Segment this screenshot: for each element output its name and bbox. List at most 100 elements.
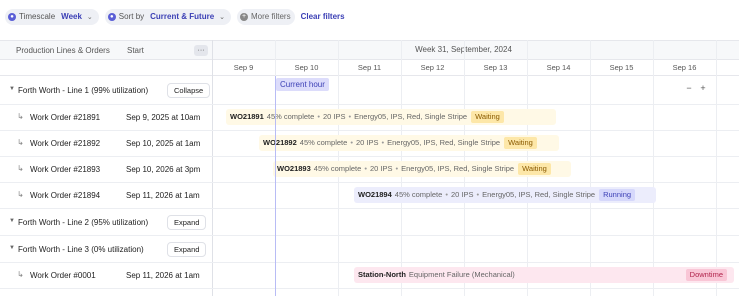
group-row-line-2: ▼ Forth Worth - Line 2 (95% utilization)…: [0, 209, 739, 236]
order-start: Sep 10, 2026 at 3pm: [126, 165, 201, 174]
order-name: Work Order #21893: [30, 165, 101, 174]
group-row-left: ▼ Forth Worth - Line 1 (99% utilization)…: [0, 76, 212, 104]
timescale-select[interactable]: ● Timescale Week ⌄: [5, 8, 99, 25]
zoom-controls: − +: [683, 83, 709, 96]
status-badge: Waiting: [518, 163, 551, 175]
order-bar[interactable]: WO21894 45% complete • 20 IPS • Energy05, IPS…: [354, 187, 656, 203]
child-arrow-icon: ↳: [17, 190, 24, 199]
group-row-left: ▼ Forth Worth - Line 2 (95% utilization)…: [0, 209, 212, 235]
row-left: ↳ Work Order #21892 Sep 10, 2025 at 1am: [0, 131, 212, 156]
order-spec: Energy05, IPS, Red, Single Stripe: [482, 190, 596, 199]
toolbar: ● Timescale Week ⌄ ● Sort by Current & F…: [0, 0, 739, 33]
row-left: ↳ Work Order #21891 Sep 9, 2025 at 10am: [0, 105, 212, 130]
downtime-detail: Equipment Failure (Mechanical): [408, 270, 515, 279]
order-code: WO21892: [263, 138, 297, 147]
order-bar[interactable]: WO21892 45% complete • 20 IPS • Energy05, IPS…: [259, 135, 559, 151]
day-label: Sep 15: [609, 63, 634, 72]
current-hour-label: Current hour: [276, 78, 329, 91]
separator: •: [381, 138, 385, 147]
table-header: Production Lines & Orders Start ···: [0, 40, 212, 60]
table-header-spacer: [0, 60, 212, 76]
order-bar[interactable]: WO21893 45% complete • 20 IPS • Energy05, IPS…: [273, 161, 571, 177]
group-title: Forth Worth - Line 3 (0% utilization): [18, 245, 144, 254]
order-ips: 20 IPS: [322, 112, 346, 121]
order-ips: 20 IPS: [369, 164, 393, 173]
day-label: Sep 14: [546, 63, 571, 72]
order-name: Work Order #21894: [30, 191, 101, 200]
zoom-out-button[interactable]: −: [683, 83, 695, 93]
sort-value: Current & Future: [150, 12, 215, 21]
current-time-line: [275, 76, 276, 296]
zoom-in-button[interactable]: +: [697, 83, 709, 93]
order-name: Work Order #21891: [30, 113, 101, 122]
caret-down-icon[interactable]: ▼: [9, 86, 15, 92]
order-complete: 45% complete: [394, 190, 443, 199]
chevron-down-icon: ⌄: [219, 13, 226, 21]
timescale-value: Week: [61, 12, 82, 21]
station-name: Station-North: [358, 270, 406, 279]
status-badge: Downtime: [685, 269, 727, 281]
order-start: Sep 11, 2026 at 1am: [126, 191, 200, 200]
column-header-start: Start: [127, 46, 144, 55]
sort-label: Sort by: [118, 12, 145, 21]
caret-down-icon[interactable]: ▼: [9, 245, 15, 251]
expand-button[interactable]: Expand: [167, 242, 207, 257]
status-badge: Waiting: [504, 137, 537, 149]
group-title: Forth Worth - Line 1 (99% utilization): [18, 86, 149, 95]
order-start: Sep 11, 2026 at 1am: [126, 271, 200, 280]
table-row[interactable]: ↳ Work Order #21894 Sep 11, 2026 at 1am …: [0, 183, 739, 209]
table-row[interactable]: ↳ Work Order #0001 Sep 11, 2026 at 1am S…: [0, 263, 739, 289]
day-label: Sep 9: [233, 63, 254, 72]
order-ips: 20 IPS: [355, 138, 379, 147]
downtime-bar[interactable]: Station-North Equipment Failure (Mechanic…: [354, 267, 734, 283]
order-complete: 45% complete: [313, 164, 362, 173]
separator: •: [350, 138, 353, 147]
table-row[interactable]: ↳ Work Order #21892 Sep 10, 2025 at 1am …: [0, 131, 739, 157]
separator: •: [317, 112, 320, 121]
row-left: ↳ Work Order #0001 Sep 11, 2026 at 1am: [0, 263, 212, 288]
day-label: Sep 11: [357, 63, 382, 72]
separator: •: [395, 164, 399, 173]
separator: •: [445, 190, 448, 199]
day-label: Sep 13: [483, 63, 508, 72]
caret-down-icon[interactable]: ▼: [9, 218, 15, 224]
order-code: WO21891: [230, 112, 264, 121]
chevron-down-icon: ⌄: [86, 13, 93, 21]
sort-icon: ●: [107, 12, 116, 21]
day-header: Sep 9 Sep 10 Sep 11 Sep 12 Sep 13 Sep 14…: [212, 60, 739, 76]
timescale-label: Timescale: [19, 12, 56, 21]
clock-icon: ●: [8, 12, 16, 21]
table-row[interactable]: ↳ Work Order #21893 Sep 10, 2026 at 3pm …: [0, 157, 739, 183]
separator: •: [476, 190, 480, 199]
row-left: ↳ Work Order #21893 Sep 10, 2026 at 3pm: [0, 157, 212, 182]
group-row-left: ▼ Forth Worth - Line 3 (0% utilization) …: [0, 236, 212, 262]
order-spec: Energy05, IPS, Red, Single Stripe: [354, 112, 468, 121]
order-ips: 20 IPS: [450, 190, 474, 199]
child-arrow-icon: ↳: [17, 270, 24, 279]
child-arrow-icon: ↳: [17, 164, 24, 173]
plus-icon: +: [240, 12, 249, 21]
group-row-line-1: ▼ Forth Worth - Line 1 (99% utilization)…: [0, 76, 739, 105]
status-badge: Waiting: [471, 111, 504, 123]
separator: •: [348, 112, 352, 121]
separator: •: [364, 164, 367, 173]
order-complete: 45% complete: [299, 138, 348, 147]
group-row-line-3: ▼ Forth Worth - Line 3 (0% utilization) …: [0, 236, 739, 263]
clear-filters-link[interactable]: Clear filters: [301, 12, 345, 21]
table-row[interactable]: ↳ Work Order #21891 Sep 9, 2025 at 10am …: [0, 105, 739, 131]
production-schedule: ● Timescale Week ⌄ ● Sort by Current & F…: [0, 0, 739, 296]
order-code: WO21894: [358, 190, 392, 199]
more-options-button[interactable]: ···: [194, 45, 208, 56]
order-code: WO21893: [277, 164, 311, 173]
order-name: Work Order #21892: [30, 139, 101, 148]
order-complete: 45% complete: [266, 112, 315, 121]
status-badge: Running: [599, 189, 636, 201]
day-label: Sep 12: [420, 63, 445, 72]
sort-select[interactable]: ● Sort by Current & Future ⌄: [104, 8, 232, 25]
more-filters-label: More filters: [251, 12, 291, 21]
order-spec: Energy05, IPS, Red, Single Stripe: [387, 138, 501, 147]
collapse-button[interactable]: Collapse: [167, 83, 211, 98]
day-label: Sep 10: [294, 63, 319, 72]
expand-button[interactable]: Expand: [167, 215, 207, 230]
more-filters-button[interactable]: + More filters: [237, 8, 295, 25]
